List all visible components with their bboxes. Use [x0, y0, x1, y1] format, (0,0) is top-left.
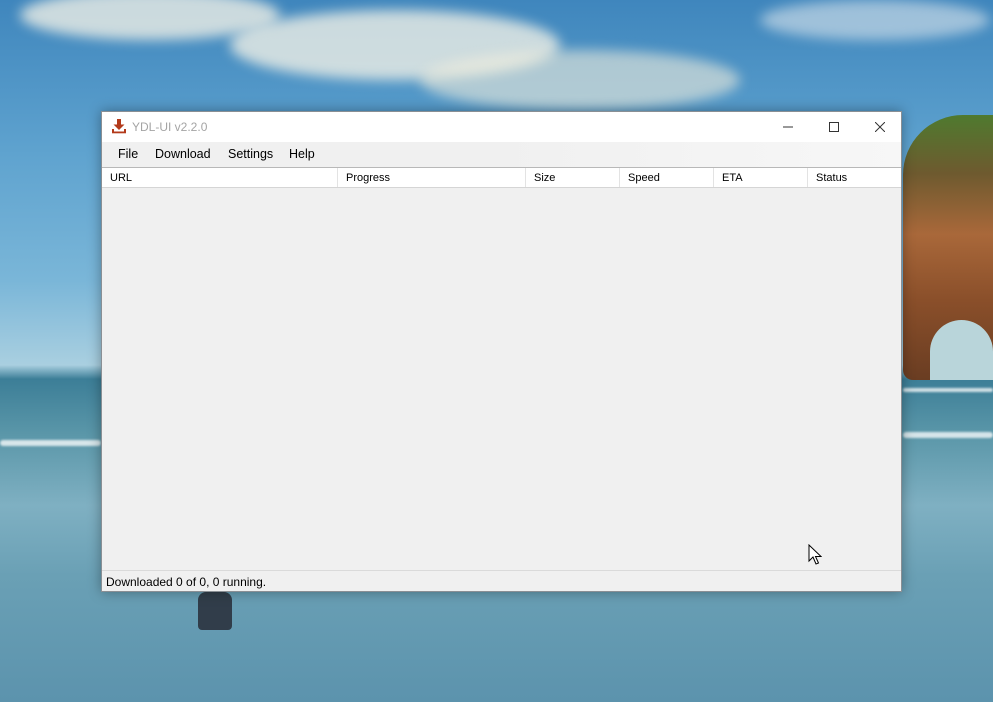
menu-help[interactable]: Help — [287, 147, 317, 161]
status-bar: Downloaded 0 of 0, 0 running. — [102, 570, 901, 591]
column-header-url[interactable]: URL — [102, 168, 338, 187]
status-text: Downloaded 0 of 0, 0 running. — [106, 575, 267, 589]
maximize-button[interactable] — [811, 112, 857, 142]
wallpaper-cloud — [760, 0, 990, 40]
close-button[interactable] — [857, 112, 903, 142]
close-icon — [875, 122, 885, 132]
app-window: YDL-UI v2.2.0 File Download Settings Hel… — [101, 111, 902, 592]
title-bar[interactable]: YDL-UI v2.2.0 — [102, 112, 901, 142]
list-header: URL Progress Size Speed ETA Status — [102, 168, 901, 188]
column-header-eta[interactable]: ETA — [714, 168, 808, 187]
column-header-size[interactable]: Size — [526, 168, 620, 187]
wallpaper-wave — [0, 440, 101, 446]
wallpaper-cloud — [420, 50, 740, 110]
wallpaper-reflection — [198, 592, 232, 630]
downloads-list[interactable]: URL Progress Size Speed ETA Status — [102, 167, 901, 570]
column-header-progress[interactable]: Progress — [338, 168, 526, 187]
wallpaper-rock-arch — [930, 320, 993, 380]
column-header-status[interactable]: Status — [808, 168, 901, 187]
column-header-speed[interactable]: Speed — [620, 168, 714, 187]
minimize-button[interactable] — [765, 112, 811, 142]
mouse-cursor-icon — [808, 544, 822, 565]
menu-bar: File Download Settings Help — [102, 142, 901, 167]
menu-bar-fill — [487, 142, 901, 167]
maximize-icon — [829, 122, 839, 132]
wallpaper-wave — [903, 432, 993, 438]
menu-settings[interactable]: Settings — [226, 147, 275, 161]
minimize-icon — [783, 126, 793, 128]
menu-file[interactable]: File — [116, 147, 140, 161]
menu-download[interactable]: Download — [153, 147, 213, 161]
window-title: YDL-UI v2.2.0 — [132, 120, 208, 134]
wallpaper-wave — [903, 388, 993, 392]
download-icon — [111, 118, 127, 134]
